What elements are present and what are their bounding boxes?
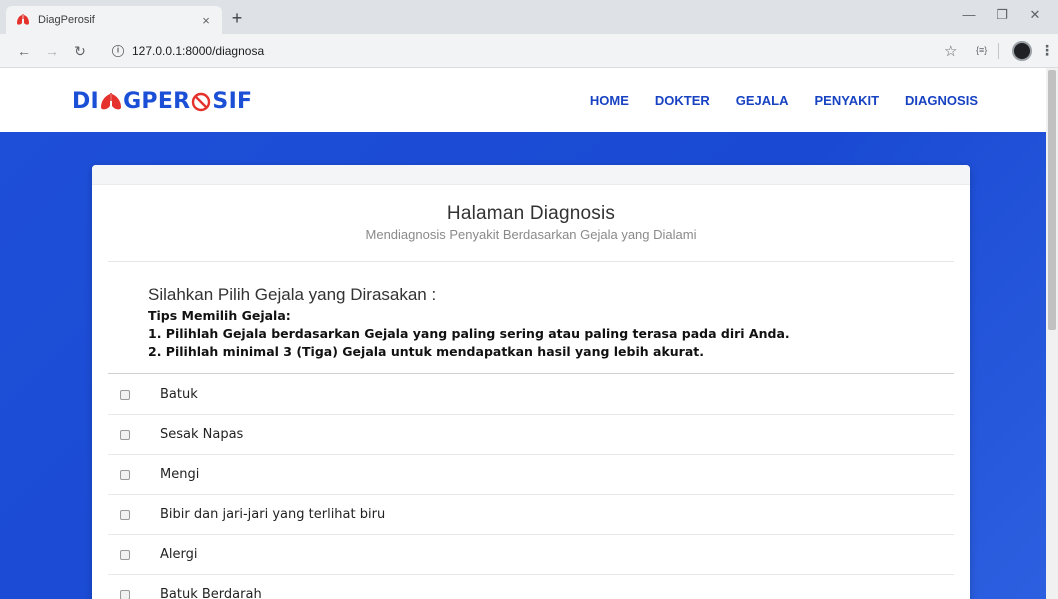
no-smoking-logo-icon: [191, 92, 211, 112]
url-text: 127.0.0.1:8000/diagnosa: [132, 44, 265, 58]
symptom-checkbox[interactable]: [120, 549, 130, 560]
window-close-icon[interactable]: ✕: [1020, 4, 1050, 26]
symptom-row[interactable]: Alergi: [108, 535, 954, 575]
symptom-list: Batuk Sesak Napas Mengi Bibir dan jari-j…: [108, 375, 954, 599]
symptom-row[interactable]: Mengi: [108, 455, 954, 495]
symptom-checkbox[interactable]: [120, 429, 130, 440]
site-logo[interactable]: DI GPER SIF: [72, 89, 252, 114]
main-nav: HOME DOKTER GEJALA PENYAKIT DIAGNOSIS: [590, 93, 978, 108]
question-heading: Silahkan Pilih Gejala yang Dirasakan :: [148, 285, 437, 304]
divider: [108, 373, 954, 374]
logo-text-1: DI: [72, 89, 100, 114]
symptom-label: Batuk Berdarah: [160, 587, 262, 599]
profile-avatar[interactable]: [1012, 41, 1032, 61]
symptom-row[interactable]: Batuk Berdarah: [108, 575, 954, 599]
nav-diagnosis[interactable]: DIAGNOSIS: [905, 93, 978, 108]
tip-2: 2. Pilihlah minimal 3 (Tiga) Gejala untu…: [148, 344, 704, 359]
nav-home[interactable]: HOME: [590, 93, 629, 108]
symptom-row[interactable]: Sesak Napas: [108, 415, 954, 455]
lungs-logo-icon: [100, 92, 122, 111]
logo-text-2: GPER: [123, 89, 191, 114]
tab-close-icon[interactable]: ×: [198, 13, 214, 28]
page-subtitle: Mendiagnosis Penyakit Berdasarkan Gejala…: [365, 227, 697, 242]
browser-menu-icon[interactable]: ⋮: [1040, 42, 1054, 59]
tip-1: 1. Pilihlah Gejala berdasarkan Gejala ya…: [148, 326, 790, 341]
browser-toolbar: ← → ↻ i 127.0.0.1:8000/diagnosa ☆ {≡} ⋮: [0, 34, 1058, 68]
symptom-label: Mengi: [160, 467, 200, 482]
divider: [108, 261, 954, 262]
logo-text-3: SIF: [212, 89, 253, 114]
browser-tabstrip: DiagPerosif × + — ❐ ✕: [0, 0, 1058, 34]
new-tab-button[interactable]: +: [226, 8, 248, 30]
diagnosis-card: Halaman Diagnosis Mendiagnosis Penyakit …: [92, 165, 970, 599]
symptom-label: Bibir dan jari-jari yang terlihat biru: [160, 507, 386, 522]
nav-dokter[interactable]: DOKTER: [655, 93, 710, 108]
tips-block: Tips Memilih Gejala: 1. Pilihlah Gejala …: [148, 307, 790, 361]
minimize-icon[interactable]: —: [954, 4, 984, 26]
symptom-checkbox[interactable]: [120, 509, 130, 520]
nav-penyakit[interactable]: PENYAKIT: [814, 93, 879, 108]
toolbar-divider: [998, 43, 999, 59]
symptom-label: Alergi: [160, 547, 198, 562]
symptom-row[interactable]: Batuk: [108, 375, 954, 415]
forward-arrow-icon[interactable]: →: [42, 41, 62, 61]
bookmark-star-icon[interactable]: ☆: [944, 42, 957, 60]
symptom-label: Batuk: [160, 387, 198, 402]
tab-title: DiagPerosif: [38, 14, 95, 26]
symptom-checkbox[interactable]: [120, 589, 130, 599]
site-info-icon[interactable]: i: [112, 45, 124, 57]
extension-json-icon[interactable]: {≡}: [976, 45, 987, 55]
symptom-checkbox[interactable]: [120, 389, 130, 400]
lungs-favicon-icon: [16, 14, 30, 26]
restore-icon[interactable]: ❐: [987, 4, 1017, 26]
back-arrow-icon[interactable]: ←: [14, 41, 34, 61]
card-header-bar: [92, 165, 970, 185]
browser-tab[interactable]: DiagPerosif ×: [6, 6, 222, 34]
nav-gejala[interactable]: GEJALA: [736, 93, 789, 108]
reload-icon[interactable]: ↻: [70, 41, 90, 61]
tips-heading: Tips Memilih Gejala:: [148, 308, 291, 323]
symptom-label: Sesak Napas: [160, 427, 244, 442]
address-bar[interactable]: i 127.0.0.1:8000/diagnosa: [100, 39, 994, 63]
site-header: DI GPER SIF HOME DOKTER GEJALA PENYAKIT …: [0, 68, 1046, 132]
page-scrollbar-thumb[interactable]: [1048, 70, 1056, 330]
symptom-row[interactable]: Bibir dan jari-jari yang terlihat biru: [108, 495, 954, 535]
page-title: Halaman Diagnosis: [446, 203, 616, 224]
symptom-checkbox[interactable]: [120, 469, 130, 480]
